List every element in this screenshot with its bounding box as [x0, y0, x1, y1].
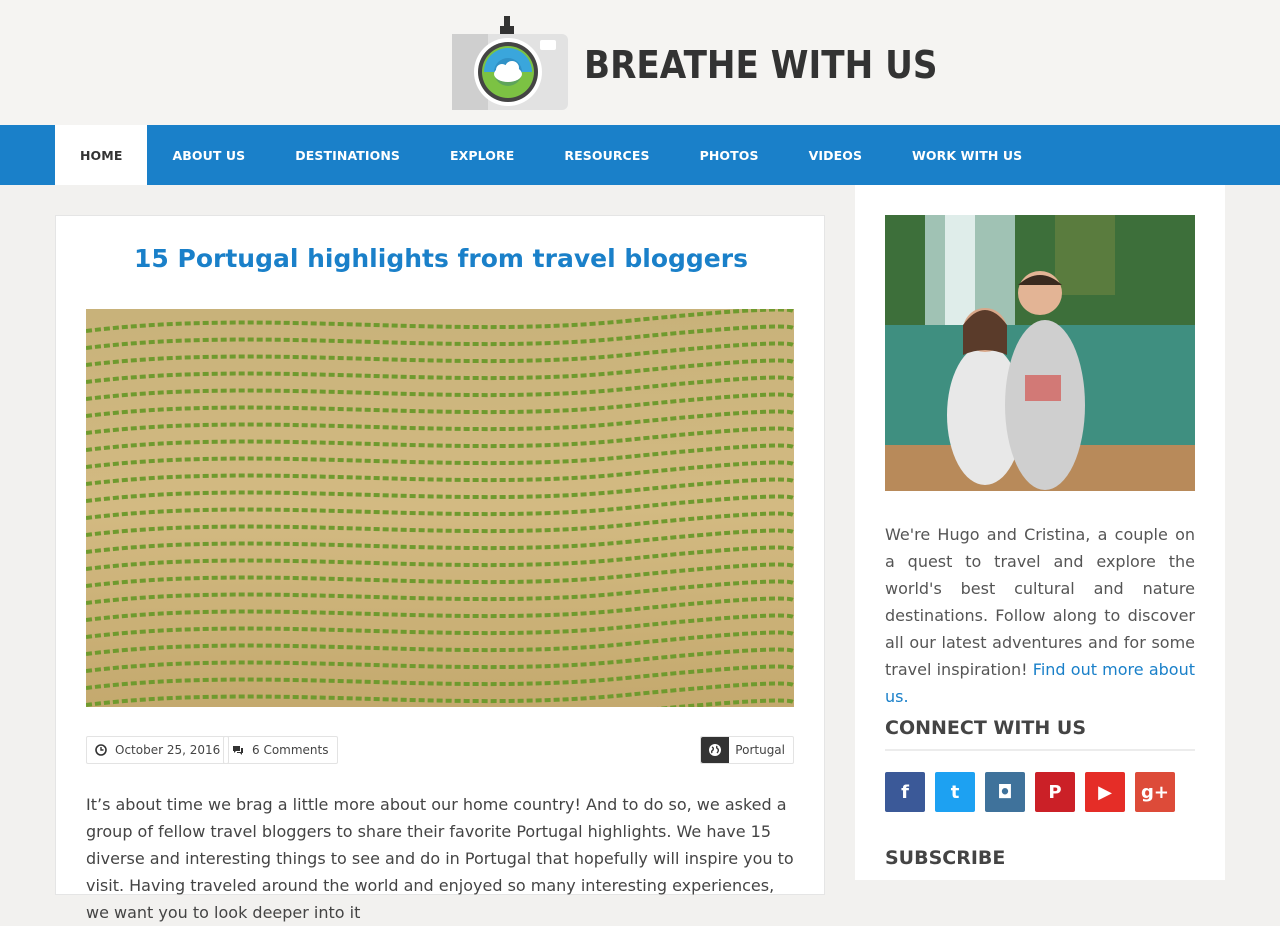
couple-at-waterfall-photo	[885, 215, 1195, 491]
nav-item-home[interactable]: HOME	[55, 125, 148, 185]
nav-item-videos[interactable]: VIDEOS	[784, 125, 887, 185]
site-title: BREATHE WITH US	[584, 43, 938, 87]
post-excerpt: It’s about time we brag a little more ab…	[86, 795, 794, 922]
post-card: 15 Portugal highlights from travel blogg…	[55, 215, 826, 922]
sidebar: We're Hugo and Cristina, a couple on a q…	[855, 185, 1225, 880]
instagram-icon: ◘	[997, 781, 1013, 803]
subscribe-title: SUBSCRIBE	[885, 847, 1006, 869]
twitter-icon: t	[950, 781, 960, 803]
content-area: 15 Portugal highlights from travel blogg…	[0, 185, 1280, 922]
twitter-button[interactable]: t	[935, 772, 975, 812]
about-text: We're Hugo and Cristina, a couple on a q…	[885, 521, 1195, 710]
post-title[interactable]: 15 Portugal highlights from travel blogg…	[56, 244, 826, 273]
nav-item-about-us[interactable]: ABOUT US	[147, 125, 270, 185]
nav-item-resources[interactable]: RESOURCES	[539, 125, 674, 185]
globe-icon	[701, 737, 730, 763]
post-comments-text: 6 Comments	[252, 743, 329, 757]
connect-title: CONNECT WITH US	[885, 717, 1195, 751]
pinterest-button[interactable]: P	[1035, 772, 1075, 812]
comments-icon	[233, 746, 243, 755]
nav-items: HOME ABOUT US DESTINATIONS EXPLORE RESOURCES…	[55, 125, 1047, 185]
post-meta: October 25, 2016 6 Comments Portugal	[86, 736, 794, 764]
youtube-icon: ▶	[1098, 781, 1112, 803]
pinterest-icon: P	[1048, 781, 1062, 803]
site-logo[interactable]: BREATHE WITH US	[450, 12, 977, 112]
nav-item-photos[interactable]: PHOTOS	[675, 125, 784, 185]
post-comments-link[interactable]: 6 Comments	[223, 736, 338, 764]
post-date: October 25, 2016	[86, 736, 230, 764]
youtube-button[interactable]: ▶	[1085, 772, 1125, 812]
clock-icon	[95, 744, 107, 756]
site-header: BREATHE WITH US	[0, 0, 1280, 125]
nav-item-explore[interactable]: EXPLORE	[425, 125, 539, 185]
post-featured-image[interactable]	[86, 309, 794, 707]
instagram-button[interactable]: ◘	[985, 772, 1025, 812]
google-plus-button[interactable]: g+	[1135, 772, 1175, 812]
nav-item-destinations[interactable]: DESTINATIONS	[270, 125, 425, 185]
facebook-icon: f	[901, 781, 909, 803]
social-links: f t ◘ P ▶ g+	[885, 772, 1175, 812]
main-nav: HOME ABOUT US DESTINATIONS EXPLORE RESOURCES…	[0, 125, 1280, 185]
camera-logo-icon	[452, 16, 568, 110]
nav-item-work-with-us[interactable]: WORK WITH US	[887, 125, 1047, 185]
google-plus-icon: g+	[1141, 781, 1169, 803]
post-category-link[interactable]: Portugal	[700, 736, 794, 764]
about-photo[interactable]	[885, 215, 1195, 491]
about-text-body: We're Hugo and Cristina, a couple on a q…	[885, 525, 1195, 679]
vineyard-terraces-photo	[86, 309, 794, 707]
facebook-button[interactable]: f	[885, 772, 925, 812]
post-category-text: Portugal	[735, 743, 785, 757]
post-date-text: October 25, 2016	[115, 743, 221, 757]
